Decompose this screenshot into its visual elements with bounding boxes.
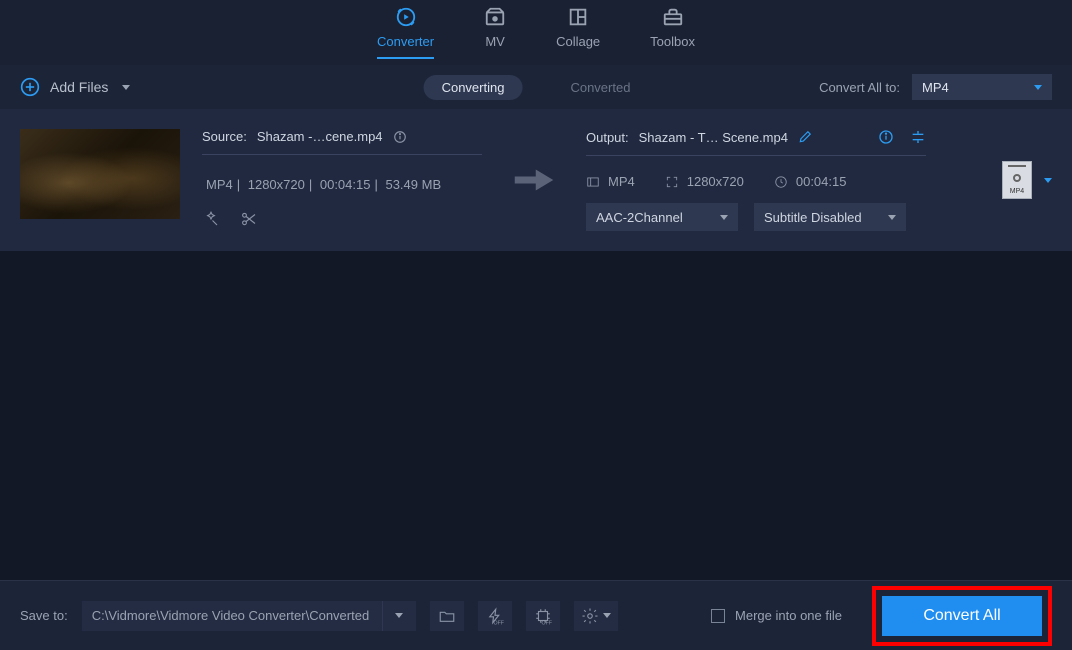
add-files-button[interactable]: Add Files xyxy=(20,77,130,97)
tab-collage-label: Collage xyxy=(556,34,600,49)
audio-select[interactable]: AAC-2Channel xyxy=(586,203,738,231)
clock-icon xyxy=(774,175,788,189)
chevron-down-icon xyxy=(1034,85,1042,90)
convert-all-label: Convert All xyxy=(923,607,1000,625)
chip-off-icon: OFF xyxy=(534,607,552,625)
merge-checkbox[interactable] xyxy=(711,609,725,623)
collage-icon xyxy=(567,6,589,28)
add-files-label: Add Files xyxy=(50,79,108,95)
nav-tabs: Converter MV Collage Toolbox xyxy=(377,6,695,59)
tab-toolbox-label: Toolbox xyxy=(650,34,695,49)
convert-all-to-group: Convert All to: MP4 xyxy=(819,74,1052,100)
output-duration: 00:04:15 xyxy=(796,174,847,189)
output-format: MP4 xyxy=(608,174,635,189)
chevron-down-icon xyxy=(603,613,611,618)
subtitle-select[interactable]: Subtitle Disabled xyxy=(754,203,906,231)
profile-column: MP4 xyxy=(1002,161,1052,199)
profile-format-label: MP4 xyxy=(1010,188,1024,195)
gear-icon xyxy=(581,607,599,625)
merge-label: Merge into one file xyxy=(735,608,842,623)
hardware-accel-button[interactable]: OFF xyxy=(478,601,512,631)
convert-all-to-select[interactable]: MP4 xyxy=(912,74,1052,100)
source-format: MP4 xyxy=(202,177,237,192)
toolbar: Add Files Converting Converted Convert A… xyxy=(0,65,1072,109)
profile-thumbnail[interactable]: MP4 xyxy=(1002,161,1032,199)
save-to-label: Save to: xyxy=(20,608,68,623)
source-size: 53.49 MB xyxy=(381,177,445,192)
info-icon[interactable] xyxy=(393,130,407,144)
lightning-off-icon: OFF xyxy=(486,607,504,625)
plus-circle-icon xyxy=(20,77,40,97)
bottom-bar: Save to: C:\Vidmore\Vidmore Video Conver… xyxy=(0,580,1072,650)
toolbox-icon xyxy=(662,6,684,28)
svg-text:OFF: OFF xyxy=(493,620,504,625)
film-icon xyxy=(586,175,600,189)
status-tabs: Converting Converted xyxy=(424,75,649,100)
info-circle-icon[interactable] xyxy=(878,129,894,145)
gpu-button[interactable]: OFF xyxy=(526,601,560,631)
convert-all-to-value: MP4 xyxy=(922,80,949,95)
scissors-icon[interactable] xyxy=(240,210,258,228)
source-column: Source: Shazam -…cene.mp4 MP4| 1280x720|… xyxy=(202,129,482,228)
output-duration-group: 00:04:15 xyxy=(774,174,847,189)
arrow-right-icon xyxy=(513,166,555,194)
output-title-row: Output: Shazam - T… Scene.mp4 xyxy=(586,129,926,156)
arrow-column xyxy=(504,166,564,194)
source-title-row: Source: Shazam -…cene.mp4 xyxy=(202,129,482,155)
mv-icon xyxy=(484,6,506,28)
output-column: Output: Shazam - T… Scene.mp4 MP4 1280x7… xyxy=(586,129,926,231)
output-label: Output: xyxy=(586,130,629,145)
tab-converter[interactable]: Converter xyxy=(377,6,434,59)
output-resolution-group: 1280x720 xyxy=(665,174,744,189)
tab-mv-label: MV xyxy=(485,34,505,49)
save-path-field[interactable]: C:\Vidmore\Vidmore Video Converter\Conve… xyxy=(82,601,382,631)
pill-converting[interactable]: Converting xyxy=(424,75,523,100)
convert-all-to-label: Convert All to: xyxy=(819,80,900,95)
tab-mv[interactable]: MV xyxy=(484,6,506,59)
output-selects: AAC-2Channel Subtitle Disabled xyxy=(586,203,926,231)
star-wand-icon[interactable] xyxy=(202,210,220,228)
video-thumbnail[interactable] xyxy=(20,129,180,219)
source-label: Source: xyxy=(202,129,247,144)
source-resolution: 1280x720 xyxy=(244,177,309,192)
output-resolution: 1280x720 xyxy=(687,174,744,189)
audio-select-value: AAC-2Channel xyxy=(596,210,683,225)
save-path-dropdown[interactable] xyxy=(382,601,416,631)
tab-collage[interactable]: Collage xyxy=(556,6,600,59)
chevron-down-icon xyxy=(122,85,130,90)
titlebar: Converter MV Collage Toolbox xyxy=(0,0,1072,65)
file-row: Source: Shazam -…cene.mp4 MP4| 1280x720|… xyxy=(0,109,1072,251)
convert-all-button[interactable]: Convert All xyxy=(882,596,1042,636)
chevron-down-icon xyxy=(395,613,403,618)
converter-icon xyxy=(395,6,417,28)
output-format-group: MP4 xyxy=(586,174,635,189)
pencil-icon[interactable] xyxy=(798,130,812,144)
source-meta: MP4| 1280x720| 00:04:15| 53.49 MB xyxy=(202,177,482,192)
source-actions xyxy=(202,210,482,228)
chevron-down-icon xyxy=(888,215,896,220)
chevron-down-icon xyxy=(720,215,728,220)
source-duration: 00:04:15 xyxy=(316,177,375,192)
merge-group: Merge into one file xyxy=(711,608,842,623)
pill-converted[interactable]: Converted xyxy=(552,75,648,100)
browse-folder-button[interactable] xyxy=(430,601,464,631)
expand-icon xyxy=(665,175,679,189)
folder-icon xyxy=(438,607,456,625)
save-path-text: C:\Vidmore\Vidmore Video Converter\Conve… xyxy=(92,608,369,623)
tab-toolbox[interactable]: Toolbox xyxy=(650,6,695,59)
chevron-down-icon[interactable] xyxy=(1044,178,1052,183)
svg-text:OFF: OFF xyxy=(541,620,552,625)
source-filename: Shazam -…cene.mp4 xyxy=(257,129,383,144)
output-meta: MP4 1280x720 00:04:15 xyxy=(586,174,926,189)
compress-icon[interactable] xyxy=(910,129,926,145)
convert-all-highlight: Convert All xyxy=(872,586,1052,646)
settings-button[interactable] xyxy=(574,601,618,631)
tab-converter-label: Converter xyxy=(377,34,434,49)
subtitle-select-value: Subtitle Disabled xyxy=(764,210,862,225)
output-filename: Shazam - T… Scene.mp4 xyxy=(639,130,788,145)
